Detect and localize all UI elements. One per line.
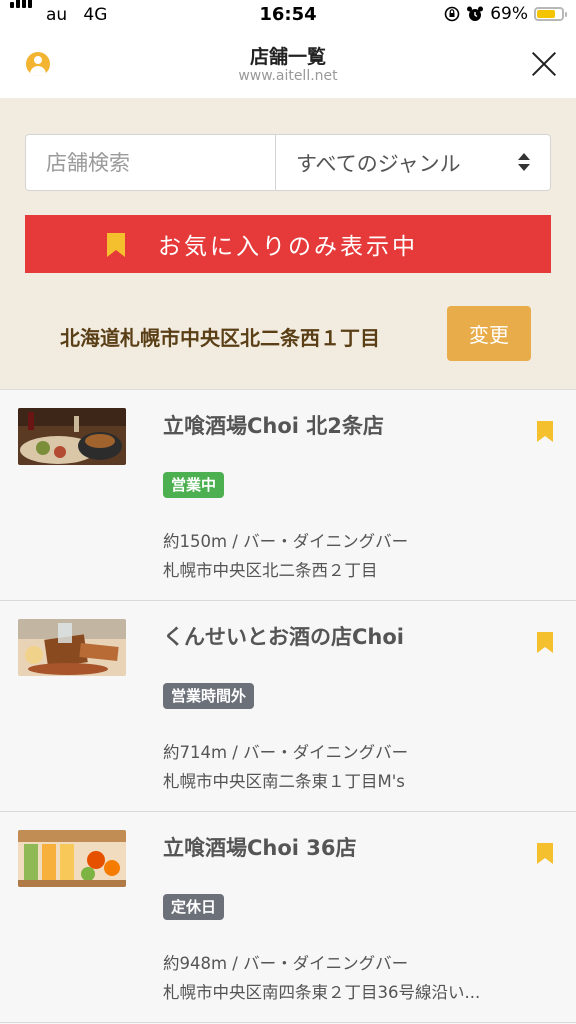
status-bar: au 4G 16:54 69% xyxy=(0,0,576,32)
genre-select-value: すべてのジャンル xyxy=(296,151,461,176)
store-item[interactable]: 立喰酒場Choi 36店 定休日 約948m / バー・ダイニングバー 札幌市中… xyxy=(0,812,576,1023)
store-photo xyxy=(18,408,126,465)
bookmark-icon xyxy=(107,233,125,257)
store-list: 立喰酒場Choi 北2条店 営業中 約150m / バー・ダイニングバー 札幌市… xyxy=(0,390,576,1023)
store-address: 札幌市中央区北二条西２丁目 xyxy=(163,561,378,580)
bookmark-icon[interactable] xyxy=(537,843,553,864)
battery-percent: 69% xyxy=(490,4,528,24)
search-bar: すべてのジャンル xyxy=(25,134,551,191)
store-name: 立喰酒場Choi 北2条店 xyxy=(163,414,384,438)
store-photo xyxy=(18,619,126,676)
store-address: 札幌市中央区南二条東１丁目M's xyxy=(163,772,405,791)
store-search-input[interactable] xyxy=(26,135,276,190)
favorites-only-label: お気に入りのみ表示中 xyxy=(158,234,418,260)
store-item[interactable]: 立喰酒場Choi 北2条店 営業中 約150m / バー・ダイニングバー 札幌市… xyxy=(0,390,576,601)
status-badge: 営業中 xyxy=(163,472,225,498)
bookmark-icon[interactable] xyxy=(537,421,553,442)
alarm-icon xyxy=(467,6,484,21)
battery-icon xyxy=(534,7,567,21)
distance-genre: 約948m / バー・ダイニングバー xyxy=(163,954,409,973)
favorites-only-button[interactable]: お気に入りのみ表示中 xyxy=(25,215,551,273)
nav-header: 店舗一覧 www.aitell.net xyxy=(0,32,576,98)
status-badge: 定休日 xyxy=(163,894,225,920)
store-name: 立喰酒場Choi 36店 xyxy=(163,836,357,860)
genre-select[interactable]: すべてのジャンル xyxy=(276,135,550,190)
current-location: 北海道札幌市中央区北二条西１丁目 xyxy=(60,326,380,350)
orientation-lock-icon xyxy=(444,6,460,22)
bookmark-icon[interactable] xyxy=(537,632,553,653)
store-address: 札幌市中央区南四条東２丁目36号線沿い... xyxy=(163,983,481,1002)
change-location-button[interactable]: 変更 xyxy=(447,306,531,361)
status-badge: 営業時間外 xyxy=(163,683,255,709)
store-name: くんせいとお酒の店Choi xyxy=(163,625,404,649)
filter-panel: すべてのジャンル お気に入りのみ表示中 北海道札幌市中央区北二条西１丁目 変更 xyxy=(0,98,576,390)
select-arrows-icon xyxy=(518,153,530,173)
page-title: 店舗一覧 xyxy=(249,46,326,68)
store-photo xyxy=(18,830,126,887)
page-url: www.aitell.net xyxy=(238,68,338,84)
close-icon[interactable] xyxy=(530,50,558,78)
distance-genre: 約150m / バー・ダイニングバー xyxy=(163,532,409,551)
store-item[interactable]: くんせいとお酒の店Choi 営業時間外 約714m / バー・ダイニングバー 札… xyxy=(0,601,576,812)
distance-genre: 約714m / バー・ダイニングバー xyxy=(163,743,409,762)
